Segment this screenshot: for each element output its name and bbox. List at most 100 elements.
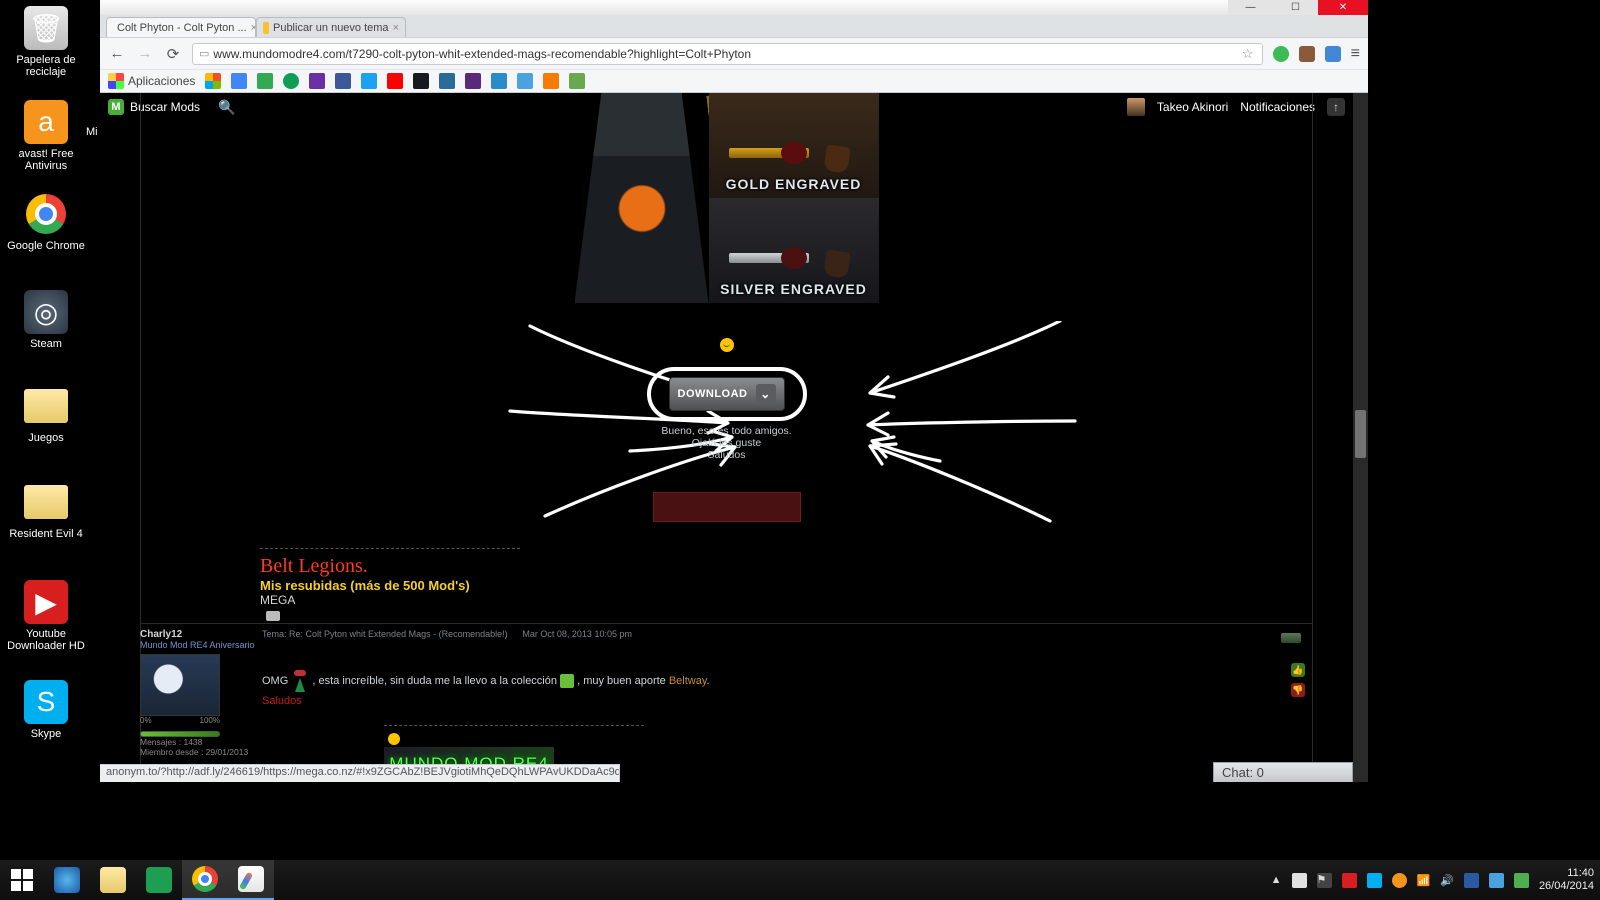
chat-bar[interactable]: Chat: 0 <box>1213 762 1353 782</box>
bookmark-icon[interactable] <box>335 73 351 89</box>
forward-button[interactable]: → <box>136 45 154 63</box>
desktop-icon-chrome[interactable]: Google Chrome <box>6 192 86 252</box>
icon-label: Juegos <box>6 432 86 444</box>
bookmark-icon[interactable] <box>257 73 273 89</box>
soldier-image <box>575 93 709 303</box>
bookmark-star-icon[interactable]: ☆ <box>1240 46 1256 62</box>
bookmark-icon[interactable] <box>231 73 247 89</box>
tray-volume-icon[interactable]: 🔊 <box>1440 874 1454 887</box>
forum-logo-icon[interactable]: M <box>108 99 124 115</box>
address-bar[interactable]: ▭ www.mundomodre4.com/t7290-colt-pyton-w… <box>192 43 1263 65</box>
bookmark-icon[interactable] <box>543 73 559 89</box>
bookmark-icon[interactable] <box>569 73 585 89</box>
tray-skype-icon[interactable] <box>1367 873 1382 888</box>
red-banner[interactable] <box>653 492 801 522</box>
icon-label: Steam <box>6 338 86 350</box>
window-minimize-button[interactable] <box>1228 0 1273 15</box>
icon-label: avast! Free Antivirus <box>6 148 86 172</box>
bookmark-icon[interactable] <box>387 73 403 89</box>
back-button[interactable]: ← <box>108 45 126 63</box>
tab-close-icon[interactable]: × <box>393 22 399 34</box>
reply-rank: Mundo Mod RE4 Aniversario <box>140 640 260 650</box>
tray-network-icon[interactable]: 📶 <box>1417 874 1431 887</box>
desktop-icon-mi-cut[interactable]: Mi <box>86 126 98 138</box>
bookmark-icon[interactable] <box>491 73 507 89</box>
icon-label: Google Chrome <box>6 240 86 252</box>
tab-colt-phyton[interactable]: Colt Phyton - Colt Pyton ... × <box>106 17 256 37</box>
desktop-icon-steam[interactable]: ◎ Steam <box>6 290 86 350</box>
window-titlebar[interactable] <box>100 0 1368 15</box>
sig-line-3[interactable]: MEGA <box>260 593 470 607</box>
steam-icon: ◎ <box>24 290 68 334</box>
sig-line-1[interactable]: Belt Legions. <box>260 555 470 578</box>
thumbs-up-icon <box>560 674 574 688</box>
reply-username[interactable]: Charly12 <box>140 629 260 640</box>
window-maximize-button[interactable] <box>1273 0 1318 15</box>
post-hero-images: GOLD ENGRAVED SILVER ENGRAVED <box>575 93 879 303</box>
bookmark-icon[interactable] <box>439 73 455 89</box>
taskbar-store[interactable] <box>136 860 182 900</box>
taskbar-clock[interactable]: 11:40 26/04/2014 <box>1539 867 1594 892</box>
reload-button[interactable]: ⟳ <box>164 45 182 63</box>
download-button[interactable]: DOWNLOAD ⌄ <box>669 377 785 411</box>
extension-icon[interactable] <box>1299 46 1315 62</box>
apps-button[interactable]: Aplicaciones <box>108 73 195 89</box>
bookmark-icon[interactable] <box>283 73 299 89</box>
system-tray: ▲ ⚑ 📶 🔊 11:40 26/04/2014 <box>1271 867 1600 892</box>
reply-saludos: Saludos <box>262 695 1307 707</box>
desktop-icon-recycle-bin[interactable]: 🗑 Papelera de reciclaje <box>6 6 86 78</box>
avast-icon: a <box>24 100 68 144</box>
tray-icon[interactable] <box>1489 873 1504 888</box>
weapon-gold-image: GOLD ENGRAVED <box>709 93 879 198</box>
bookmark-icon[interactable] <box>465 73 481 89</box>
reply-avatar[interactable] <box>140 654 220 716</box>
tray-icon[interactable] <box>1464 873 1479 888</box>
weapon-silver-label: SILVER ENGRAVED <box>720 281 867 297</box>
hand-drawn-circle: DOWNLOAD ⌄ <box>647 367 807 421</box>
taskbar-chrome[interactable] <box>182 860 228 900</box>
bookmark-icon[interactable] <box>413 73 429 89</box>
tray-avast-icon[interactable] <box>1392 873 1407 888</box>
icon-label: Resident Evil 4 <box>6 528 86 540</box>
tab-publicar[interactable]: Publicar un nuevo tema × <box>256 17 406 37</box>
page-scrollbar[interactable] <box>1353 93 1368 782</box>
taskbar: ▲ ⚑ 📶 🔊 11:40 26/04/2014 <box>0 860 1600 900</box>
scroll-top-button[interactable]: ↑ <box>1327 98 1345 116</box>
mention-user-link[interactable]: Beltway <box>669 675 707 687</box>
icon-label: Skype <box>6 728 86 740</box>
tray-show-hidden-icon[interactable]: ▲ <box>1271 874 1282 886</box>
taskbar-ie[interactable] <box>44 860 90 900</box>
tray-icon[interactable] <box>1514 873 1529 888</box>
folder-icon <box>24 480 68 524</box>
smiley-icon <box>720 338 734 352</box>
tray-icon[interactable] <box>1292 873 1307 888</box>
extension-icon[interactable] <box>1273 46 1289 62</box>
start-button[interactable] <box>0 860 44 900</box>
chrome-menu-button[interactable]: ≡ <box>1351 45 1360 63</box>
desktop-icon-re4[interactable]: Resident Evil 4 <box>6 480 86 540</box>
bookmark-icon[interactable] <box>309 73 325 89</box>
star-icon <box>388 733 400 745</box>
user-signature: Belt Legions. Mis resubidas (más de 500 … <box>260 555 470 607</box>
taskbar-paint[interactable] <box>228 860 274 900</box>
icon-label: Youtube Downloader HD <box>6 628 86 652</box>
reply-subject[interactable]: Tema: Re: Colt Pyton whit Extended Mags … <box>262 629 508 639</box>
taskbar-explorer[interactable] <box>90 860 136 900</box>
window-close-button[interactable] <box>1318 0 1368 15</box>
vote-down-button[interactable]: 👎 <box>1291 683 1305 697</box>
tray-icon[interactable] <box>1342 873 1357 888</box>
chevron-down-icon: ⌄ <box>756 384 776 404</box>
tray-flag-icon[interactable]: ⚑ <box>1317 873 1332 888</box>
extension-icon[interactable] <box>1325 46 1341 62</box>
bookmark-icon[interactable] <box>361 73 377 89</box>
desktop-icon-skype[interactable]: S Skype <box>6 680 86 740</box>
sig-line-2[interactable]: Mis resubidas (más de 500 Mod's) <box>260 578 470 593</box>
desktop-icon-ytdl[interactable]: ▶ Youtube Downloader HD <box>6 580 86 652</box>
desktop-icon-juegos[interactable]: Juegos <box>6 384 86 444</box>
pm-icon[interactable] <box>266 611 280 621</box>
desktop-icon-avast[interactable]: a avast! Free Antivirus <box>6 100 86 172</box>
bookmark-icon[interactable] <box>517 73 533 89</box>
recycle-bin-icon: 🗑 <box>24 6 68 50</box>
vote-up-button[interactable]: 👍 <box>1291 663 1305 677</box>
bookmark-icon[interactable] <box>205 73 221 89</box>
